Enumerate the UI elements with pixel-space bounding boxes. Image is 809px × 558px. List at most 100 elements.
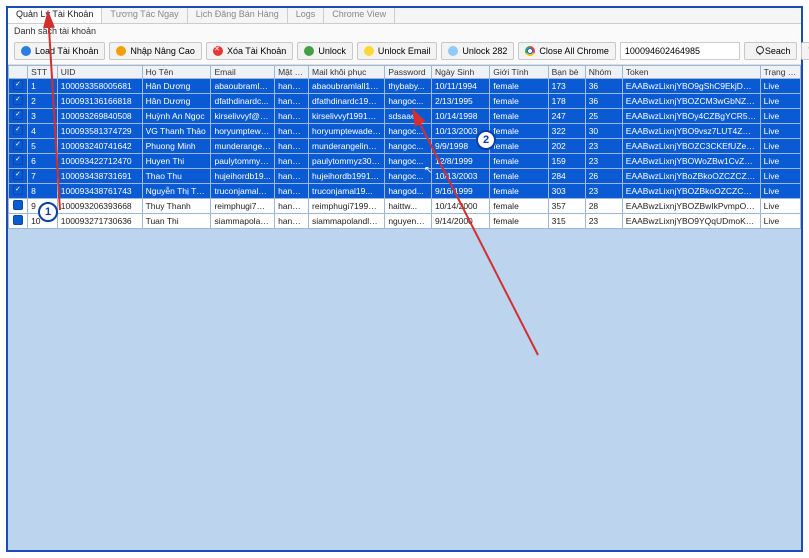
unlock-282-button[interactable]: Unlock 282 [441,42,514,60]
table-row[interactable]: 10100093271730636Tuan Thisiammapolandl..… [9,214,801,229]
cell-bb: 357 [548,199,585,214]
column-header[interactable]: Mail khôi phục [309,66,385,79]
tab-4[interactable]: Chrome View [324,8,395,23]
unlock-button[interactable]: Unlock [297,42,353,60]
column-header[interactable]: Ngày Sinh [431,66,489,79]
cell-stt: 9 [28,199,58,214]
cell-mailkp: dfathdinardc1991... [309,94,385,109]
table-row[interactable]: 7100093438731691Thao Thuhujeihordb19...h… [9,169,801,184]
cell-stt: 5 [28,139,58,154]
cell-gt: female [490,214,548,229]
advanced-search-button[interactable]: Tìm kiếm nâng cao [801,42,809,60]
cell-ns: 9/16/1999 [431,184,489,199]
row-checkbox[interactable] [9,199,28,214]
cell-stt: 1 [28,79,58,94]
table-row[interactable]: 6100093422712470Huyen Thipaulytommyz30..… [9,154,801,169]
tab-3[interactable]: Logs [288,8,325,23]
cell-uid: 100093438731691 [57,169,142,184]
cell-bb: 303 [548,184,585,199]
cell-gt: female [490,94,548,109]
cell-mailkp: hujeihordb1991@h... [309,169,385,184]
import-advanced-button[interactable]: Nhập Nâng Cao [109,42,202,60]
load-accounts-button[interactable]: Load Tài Khoản [14,42,105,60]
row-checkbox[interactable] [9,109,28,124]
column-header[interactable]: Giới Tính [490,66,548,79]
cell-ns: 2/13/1995 [431,94,489,109]
column-header[interactable]: Bạn bè [548,66,585,79]
cell-ns: 10/14/1998 [431,109,489,124]
column-header[interactable] [9,66,28,79]
column-header[interactable]: Password [385,66,432,79]
cloud-icon [21,46,31,56]
row-checkbox[interactable] [9,154,28,169]
cell-pw: hangoc... [385,94,432,109]
column-header[interactable]: Email [211,66,275,79]
row-checkbox[interactable] [9,94,28,109]
cell-email: horyumptewai... [211,124,275,139]
cell-nhom: 23 [585,139,622,154]
column-header[interactable]: STT [28,66,58,79]
cell-hoten: Nguyễn Thị Thảo [142,184,211,199]
cell-mk: han@g... [275,214,309,229]
cell-stt: 6 [28,154,58,169]
cell-stt: 4 [28,124,58,139]
column-header[interactable]: Token [622,66,760,79]
cell-pw: hangoc... [385,169,432,184]
cell-stt: 10 [28,214,58,229]
search-input[interactable] [620,42,740,60]
table-row[interactable]: 8100093438761743Nguyễn Thị Thảotruconjam… [9,184,801,199]
column-header[interactable]: Họ Tên [142,66,211,79]
table-row[interactable]: 9100093206393668Thuy Thanhreimphugi7@h..… [9,199,801,214]
cell-token: EAABwzLixnjYBOWoZBw1CvZ2pQv4... [622,154,760,169]
tab-2[interactable]: Lịch Đăng Bán Hàng [188,8,288,23]
row-checkbox[interactable] [9,79,28,94]
cell-mk: han@g... [275,109,309,124]
cell-email: hujeihordb19... [211,169,275,184]
cell-email: kirselivvyf@ho... [211,109,275,124]
delete-account-button[interactable]: Xóa Tài Khoản [206,42,293,60]
unlock-icon [304,46,314,56]
cell-token: EAABwzLixnjYBOZC3CKEfUZeZALJz... [622,139,760,154]
cell-bb: 315 [548,214,585,229]
row-checkbox[interactable] [9,169,28,184]
cell-hoten: Thuy Thanh [142,199,211,214]
cell-hoten: Huyen Thi [142,154,211,169]
cell-ns: 10/14/2000 [431,199,489,214]
chrome-icon [525,46,535,56]
column-header[interactable]: Nhóm [585,66,622,79]
column-header[interactable]: Mật k... [275,66,309,79]
toolbar: Load Tài Khoản Nhập Nâng Cao Xóa Tài Kho… [8,38,801,65]
table-row[interactable]: 2100093136166818Hân Dươngdfathdinardc...… [9,94,801,109]
table-row[interactable]: 1100093358005681Hân Dươngabaoubramlall..… [9,79,801,94]
table-row[interactable]: 4100093581374729VG Thanh Thảohoryumptewa… [9,124,801,139]
row-checkbox[interactable] [9,124,28,139]
column-header[interactable]: Trạng Thái [760,66,800,79]
cell-uid: 100093581374729 [57,124,142,139]
tab-1[interactable]: Tương Tác Ngay [102,8,187,23]
cell-pw: haittw... [385,199,432,214]
row-checkbox[interactable] [9,139,28,154]
cell-gt: female [490,109,548,124]
cell-uid: 100093438761743 [57,184,142,199]
cell-bb: 322 [548,124,585,139]
cell-ns: 9/9/1998 [431,139,489,154]
cell-mailkp: abaoubramlall1991@o... [309,79,385,94]
cell-gt: female [490,184,548,199]
cell-nhom: 23 [585,154,622,169]
table-container[interactable]: STTUIDHọ TênEmailMật k...Mail khôi phụcP… [8,65,801,550]
search-button[interactable]: Seach [744,42,798,60]
subtitle: Danh sách tài khoản [8,24,801,38]
tab-0[interactable]: Quản Lý Tài Khoản [8,8,102,23]
close-all-chrome-button[interactable]: Close All Chrome [518,42,616,60]
row-checkbox[interactable] [9,214,28,229]
cell-mailkp: horyumptewadella... [309,124,385,139]
table-row[interactable]: 5100093240741642Phuong Minhmunderangeli.… [9,139,801,154]
cell-nhom: 26 [585,169,622,184]
cell-tt: Live [760,109,800,124]
cell-token: EAABwzLixnjYBOZCM3wGbNZC8k... [622,94,760,109]
column-header[interactable]: UID [57,66,142,79]
unlock-email-button[interactable]: Unlock Email [357,42,438,60]
cell-nhom: 25 [585,109,622,124]
row-checkbox[interactable] [9,184,28,199]
table-row[interactable]: 3100093269840508Huỳnh An Ngọckirselivvyf… [9,109,801,124]
